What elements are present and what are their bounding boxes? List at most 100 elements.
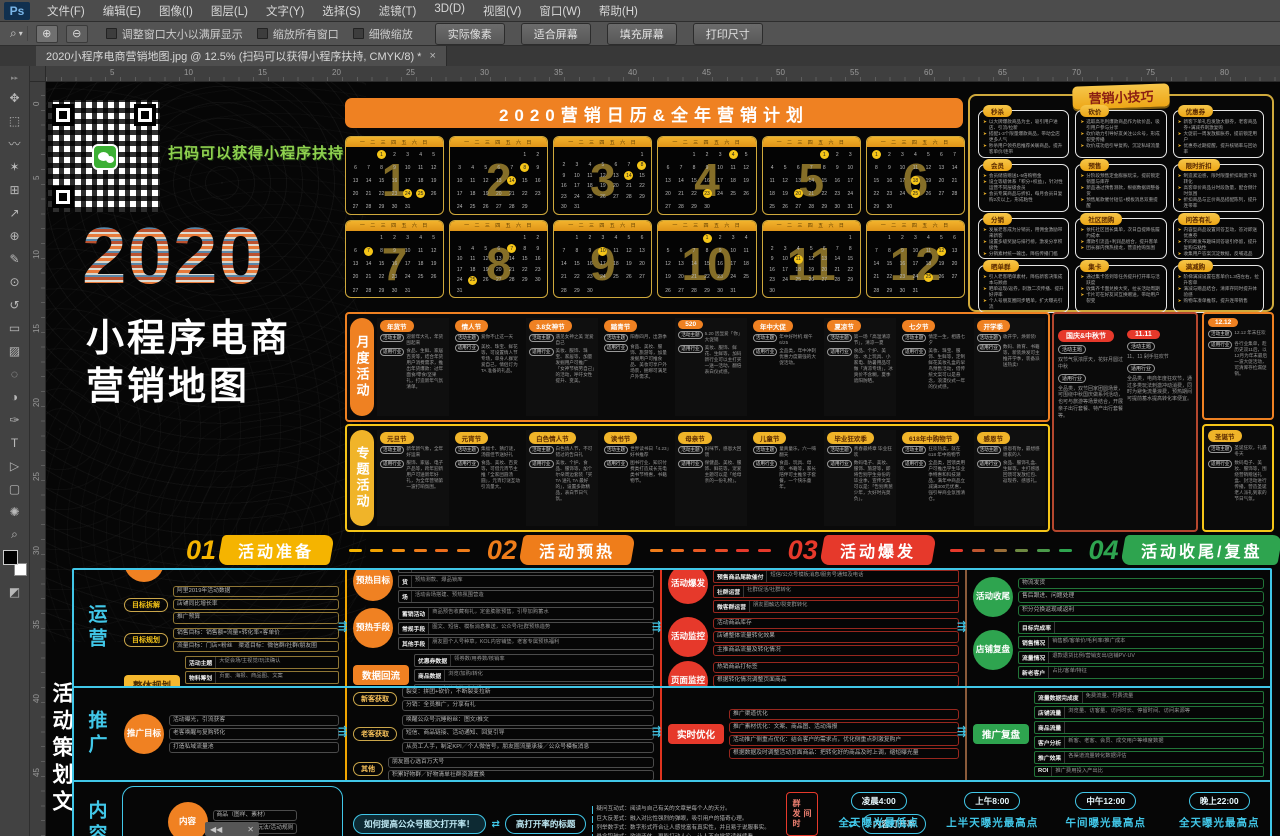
tool-button[interactable]: ⊞ [3, 178, 27, 201]
day-cell: 17 [596, 260, 609, 269]
day-cell: 30 [896, 286, 909, 295]
tool-button[interactable]: ✎ [3, 247, 27, 270]
tip-bullet: 秒杀用户领券后推荐关联商品，提升客单价/连带 [983, 143, 1064, 155]
tool-button[interactable]: ▷ [3, 454, 27, 477]
quick-mask-button[interactable]: ◩ [3, 580, 27, 603]
zoom-in-button[interactable]: ⊕ [36, 25, 58, 43]
tool-options-zoom[interactable]: ⌕ ▾ [6, 26, 28, 41]
checkbox-icon [106, 28, 117, 39]
zoom-out-button[interactable]: ⊖ [66, 25, 88, 43]
options-button[interactable]: 打印尺寸 [693, 23, 763, 45]
day-cell: 16 [583, 260, 596, 269]
day-cell: 23 [531, 265, 544, 274]
options-checkbox[interactable]: 缩放所有窗口 [257, 26, 339, 42]
foreground-color-swatch[interactable] [3, 550, 18, 565]
mindmap-item: 流量目标：门店×粉丝 渠道目标：微信群/社群/朋友圈 [173, 641, 339, 652]
tip-bullet: 发展老客成为分销员，用佣金激励带来新客 [983, 227, 1064, 239]
ruler-number: 80 [1220, 66, 1280, 81]
close-icon[interactable]: ✕ [247, 825, 254, 834]
tool-button[interactable]: ⊙ [3, 270, 27, 293]
ruler-corner [30, 66, 46, 82]
day-cell: 3 [453, 244, 466, 253]
day-cell: 18 [766, 189, 779, 198]
mindmap-item: 阿里2019年活动数据 [173, 586, 339, 597]
tool-button[interactable]: ⌕ [3, 523, 27, 546]
tool-button[interactable]: ◌ [3, 362, 27, 385]
menu-item[interactable]: 窗口(W) [530, 0, 590, 22]
mindmap-row: 场活动会场搭建、预热氛围营造 [398, 590, 654, 603]
color-swatches[interactable] [3, 550, 27, 576]
tool-button[interactable]: 〰 [3, 132, 27, 155]
tool-button[interactable]: ✺ [3, 500, 27, 523]
industry-text: 数码电子、美妆、服饰、旅游等，即将告别学生身份的毕业季，宣传文案可以是：「告别青… [854, 460, 893, 502]
day-cell: 15 [518, 255, 531, 264]
menu-item[interactable]: 图层(L) [202, 0, 257, 22]
tool-button[interactable]: ◑ [3, 385, 27, 408]
theme-tag: 活动主题 [902, 446, 926, 454]
day-cell: 9 [531, 163, 544, 172]
day-cell: 4 [466, 163, 479, 172]
options-button[interactable]: 实际像素 [435, 23, 505, 45]
mindmap-item: 推广预算 [173, 612, 339, 623]
tool-button[interactable]: ✥ [3, 86, 27, 109]
day-cell: 5 [661, 247, 674, 256]
day-cell: 8 [375, 247, 388, 256]
time-pill: 上午8:00 [964, 792, 1020, 810]
mindmap-row: 社群运营社群促活/社群转化 [713, 585, 959, 598]
options-button[interactable]: 填充屏幕 [607, 23, 677, 45]
menu-item[interactable]: 视图(V) [474, 0, 530, 22]
collapse-icon[interactable]: ◀◀ [210, 825, 222, 834]
menu-item[interactable]: 3D(D) [425, 0, 474, 22]
menu-item[interactable]: 选择(S) [313, 0, 369, 22]
ruler-number: 15 [258, 66, 332, 81]
tool-button[interactable]: ↺ [3, 293, 27, 316]
time-caption: 午间曝光最高点 [1066, 815, 1147, 830]
dropdown-caret-icon: ▾ [19, 29, 23, 38]
options-checkbox[interactable]: 调整窗口大小以满屏显示 [106, 26, 243, 42]
palette-grip-icon[interactable]: ▸▸ [11, 74, 18, 82]
industry-text: 全品类，年中冲刺优惠力度最强的大促活动。 [779, 348, 818, 366]
document-canvas[interactable]: 扫码可以获得小程序扶持 2020 小程序电商 营销地图 2020营销日历&全年营… [46, 82, 1280, 836]
tool-button[interactable]: ▭ [3, 316, 27, 339]
mindmap-label: 目标规划 [124, 633, 168, 647]
ruler-number: 45 [30, 768, 45, 836]
menu-item[interactable]: 文件(F) [38, 0, 94, 22]
day-cell: 25 [792, 276, 805, 285]
day-cell: 11 [766, 176, 779, 185]
tool-button[interactable]: T [3, 431, 27, 454]
tool-button[interactable]: ⬚ [3, 109, 27, 132]
menu-item[interactable]: 图像(I) [150, 0, 202, 22]
day-cell: 7 [505, 163, 518, 172]
ruler-number: 55 [850, 66, 924, 81]
phase-badge: 活动收尾/复盘 [1120, 535, 1280, 565]
mindmap-node: 老客获取唤醒公众号沉睡粉丝：图文/推文短信、商品链接、活动通知、回复引导从员工人… [353, 715, 654, 753]
options-checkbox[interactable]: 细微缩放 [353, 26, 413, 42]
collapsed-panel-strip[interactable]: ◀◀ ✕ [205, 822, 259, 836]
menu-item[interactable]: 编辑(E) [94, 0, 150, 22]
day-cell: 6 [661, 163, 674, 172]
day-cell: 24 [727, 273, 740, 282]
tool-button[interactable]: ✑ [3, 408, 27, 431]
day-cell: 7 [948, 150, 961, 159]
menu-item[interactable]: 滤镜(T) [370, 0, 426, 22]
day-cell: 13 [492, 176, 505, 185]
day-cell: 23 [388, 189, 401, 198]
tab-close-icon[interactable]: × [429, 50, 435, 62]
tool-button[interactable]: ↗ [3, 201, 27, 224]
day-cell: 4 [766, 163, 779, 172]
tool-button[interactable]: ✶ [3, 155, 27, 178]
day-cell: 22 [518, 265, 531, 274]
tool-button[interactable]: ▢ [3, 477, 27, 500]
options-bar: ⌕ ▾ ⊕ ⊖ 调整窗口大小以满屏显示 缩放所有窗口 细微缩放 实际像素适合屏幕… [0, 22, 1280, 46]
theme-text: 年中好时机 端午 6/25 [779, 334, 818, 346]
document-tab[interactable]: 2020小程序电商营销地图.jpg @ 12.5% (扫码可以获得小程序扶持, … [36, 46, 447, 66]
menu-item[interactable]: 文字(Y) [257, 0, 313, 22]
lane-arrow-icon: ⇶ [652, 725, 659, 738]
tool-button[interactable]: ▨ [3, 339, 27, 362]
tool-button[interactable]: ⊕ [3, 224, 27, 247]
mindmap-item: 老客唤醒与复购转化 [169, 728, 339, 739]
day-cell: 14 [362, 260, 375, 269]
options-button[interactable]: 适合屏幕 [521, 23, 591, 45]
menu-item[interactable]: 帮助(H) [590, 0, 647, 22]
festival-badge: 踏青节 [604, 320, 638, 332]
